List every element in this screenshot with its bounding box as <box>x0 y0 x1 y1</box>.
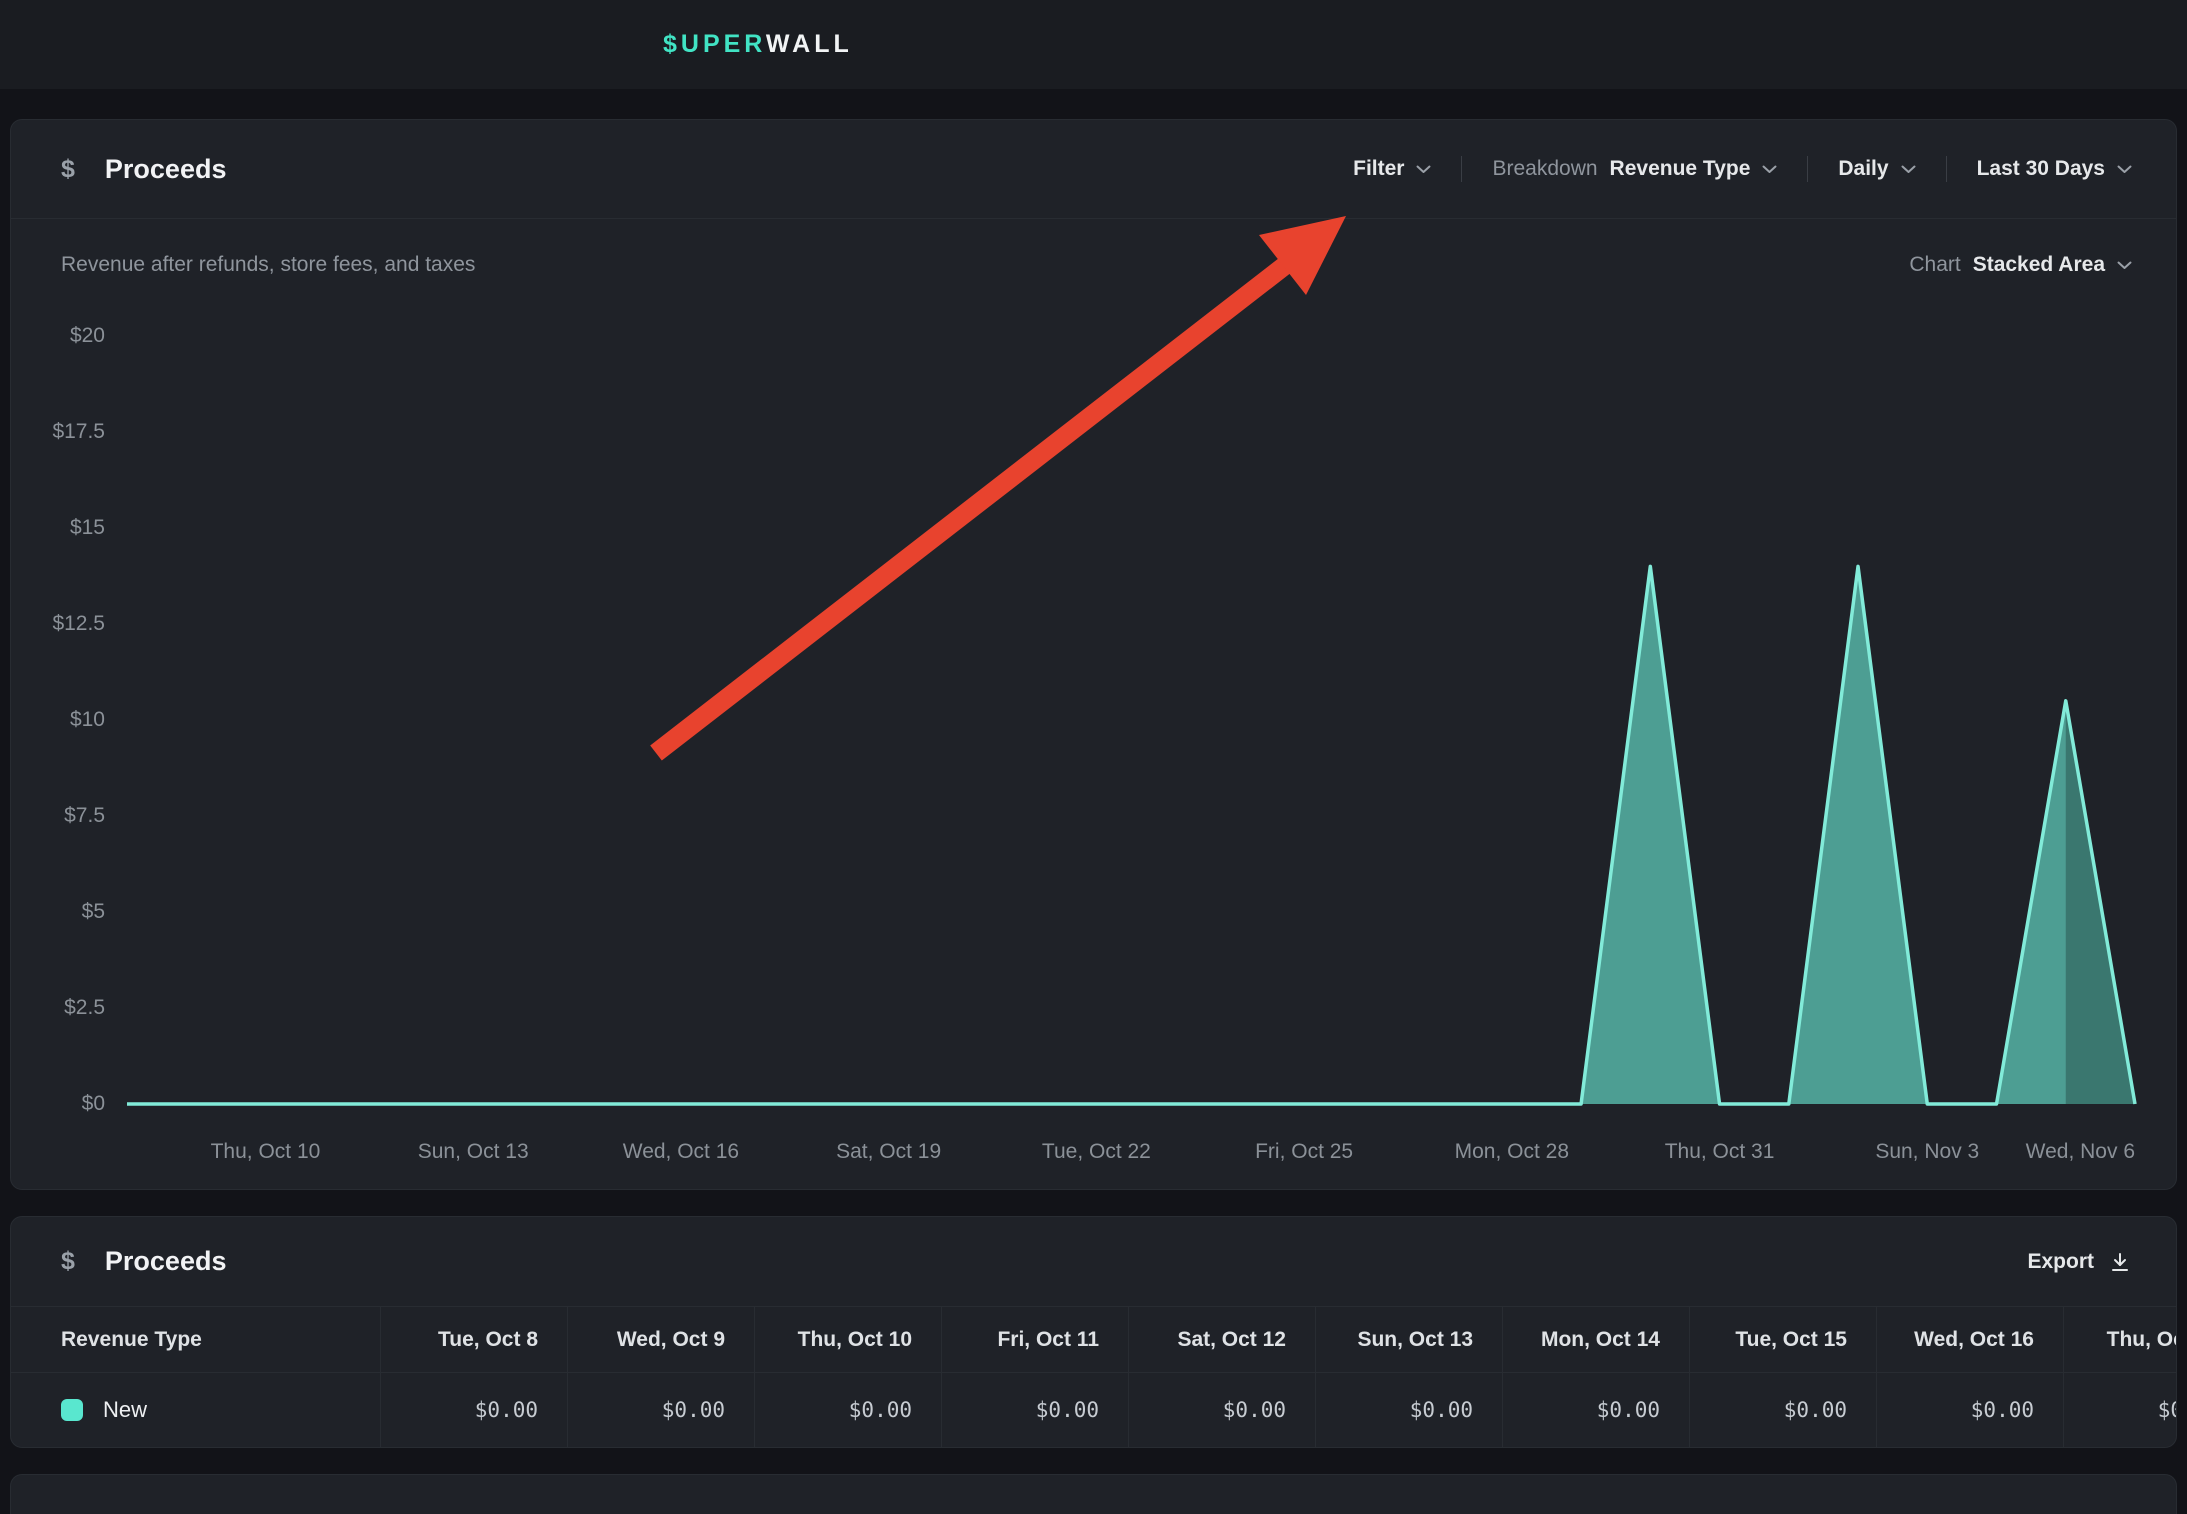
proceeds-chart-card: $ Proceeds Filter Breakdown Revenue Type… <box>10 119 2177 1190</box>
x-tick-label: Sun, Oct 13 <box>383 1138 563 1166</box>
top-nav-bar: $UPERWALL <box>0 0 2187 89</box>
value-cell: $0.00 <box>1316 1373 1503 1447</box>
column-header-date: Sun, Oct 13 <box>1316 1307 1503 1373</box>
logo-white: WALL <box>766 30 853 58</box>
y-tick-label: $2.5 <box>11 994 105 1022</box>
column-header-revenue-type: Revenue Type <box>11 1307 381 1373</box>
value-cell: $0.00 <box>1690 1373 1877 1447</box>
value-cell: $0.00 <box>942 1373 1129 1447</box>
export-label: Export <box>2027 1250 2094 1274</box>
export-button[interactable]: Export <box>2027 1250 2132 1274</box>
logo-teal: $UPER <box>663 30 766 58</box>
column-header-date: Tue, Oct 15 <box>1690 1307 1877 1373</box>
value-cell: $0.00 <box>2064 1373 2177 1447</box>
revenue-type-cell: New <box>11 1373 381 1447</box>
y-tick-label: $17.5 <box>11 418 105 446</box>
value-cell: $0.00 <box>381 1373 568 1447</box>
table-card-title: Proceeds <box>105 1246 227 1277</box>
dollar-icon: $ <box>61 1247 75 1276</box>
y-tick-label: $10 <box>11 706 105 734</box>
download-icon <box>2108 1250 2132 1274</box>
x-tick-label: Thu, Oct 10 <box>175 1138 355 1166</box>
x-tick-label: Fri, Oct 25 <box>1214 1138 1394 1166</box>
column-header-date: Wed, Oct 9 <box>568 1307 755 1373</box>
y-tick-label: $5 <box>11 898 105 926</box>
table-header-row: Revenue TypeTue, Oct 8Wed, Oct 9Thu, Oct… <box>11 1307 2176 1373</box>
superwall-logo[interactable]: $UPERWALL <box>663 30 853 59</box>
column-header-date: Sat, Oct 12 <box>1129 1307 1316 1373</box>
y-tick-label: $20 <box>11 322 105 350</box>
y-tick-label: $12.5 <box>11 610 105 638</box>
value-cell: $0.00 <box>568 1373 755 1447</box>
value-cell: $0.00 <box>755 1373 942 1447</box>
value-cell: $0.00 <box>1877 1373 2064 1447</box>
column-header-date: Fri, Oct 11 <box>942 1307 1129 1373</box>
y-tick-label: $7.5 <box>11 802 105 830</box>
column-header-date: Tue, Oct 8 <box>381 1307 568 1373</box>
table-row: New$0.00$0.00$0.00$0.00$0.00$0.00$0.00$0… <box>11 1373 2176 1447</box>
y-tick-label: $0 <box>11 1090 105 1118</box>
proceeds-table-card: $ Proceeds Export Revenue TypeTue, Oct 8… <box>10 1216 2177 1448</box>
x-tick-label: Mon, Oct 28 <box>1422 1138 1602 1166</box>
column-header-date: Thu, Oct 17 <box>2064 1307 2177 1373</box>
stacked-area-chart[interactable] <box>11 120 2176 1189</box>
value-cell: $0.00 <box>1129 1373 1316 1447</box>
x-tick-label: Wed, Oct 16 <box>591 1138 771 1166</box>
table-card-header: $ Proceeds Export <box>11 1217 2176 1306</box>
revenue-type-label: New <box>103 1397 147 1423</box>
column-header-date: Thu, Oct 10 <box>755 1307 942 1373</box>
value-cell: $0.00 <box>1503 1373 1690 1447</box>
table-body: New$0.00$0.00$0.00$0.00$0.00$0.00$0.00$0… <box>11 1373 2176 1447</box>
next-card-partial <box>10 1474 2177 1514</box>
y-tick-label: $15 <box>11 514 105 542</box>
series-color-swatch <box>61 1399 83 1421</box>
x-tick-label: Tue, Oct 22 <box>1006 1138 1186 1166</box>
x-tick-label: Sat, Oct 19 <box>799 1138 979 1166</box>
area-series-fill <box>127 566 2135 1104</box>
x-tick-label: Wed, Nov 6 <box>1975 1138 2135 1166</box>
x-tick-label: Thu, Oct 31 <box>1630 1138 1810 1166</box>
column-header-date: Wed, Oct 16 <box>1877 1307 2064 1373</box>
column-header-date: Mon, Oct 14 <box>1503 1307 1690 1373</box>
